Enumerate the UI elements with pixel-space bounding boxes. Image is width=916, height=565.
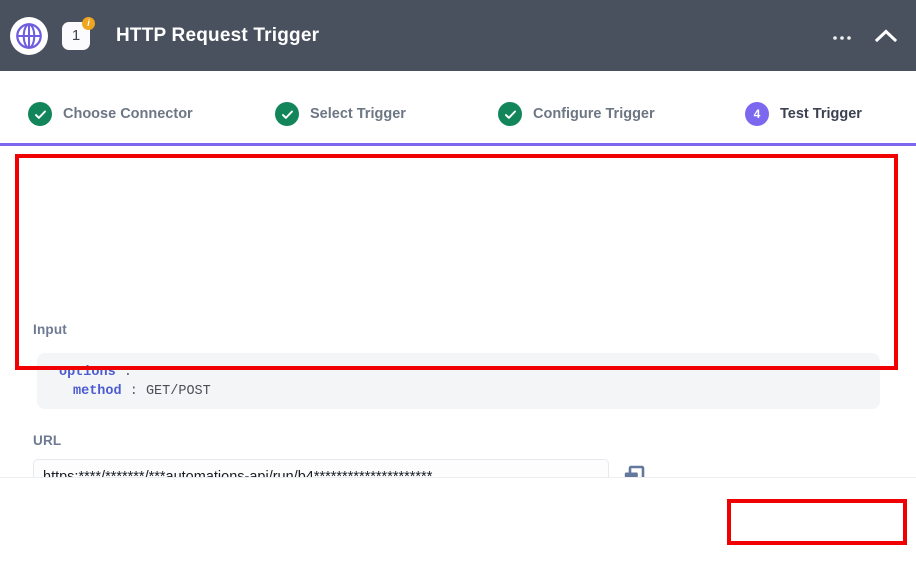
stepper-item-configure-trigger[interactable]: Configure Trigger — [498, 100, 655, 128]
stepper-label: Test Trigger — [780, 106, 862, 122]
stepper-label: Configure Trigger — [533, 106, 655, 122]
code-key-method: method — [73, 384, 122, 399]
panel-title: HTTP Request Trigger — [116, 24, 320, 46]
input-section-label: Input — [33, 322, 67, 337]
check-icon — [275, 102, 299, 126]
input-code-block: options : method : GET/POST — [37, 353, 880, 409]
globe-icon — [10, 16, 48, 55]
code-value-method: GET/POST — [145, 384, 211, 399]
stepper-item-choose-connector[interactable]: Choose Connector — [28, 100, 193, 128]
step-count-chip[interactable]: 1 i — [62, 16, 95, 50]
stepper-label: Select Trigger — [310, 106, 406, 122]
progress-stepper: Choose Connector Select Trigger Configur… — [0, 71, 916, 146]
http-request-trigger-panel: 1 i HTTP Request Trigger Choose Connecto… — [0, 0, 916, 565]
url-section-label: URL — [33, 433, 62, 448]
code-line-method: method : GET/POST — [59, 382, 880, 401]
code-colon: : — [123, 365, 132, 380]
code-key-options: options — [59, 365, 116, 380]
step-number-badge: 4 — [745, 102, 769, 126]
check-icon — [28, 102, 52, 126]
stepper-item-select-trigger[interactable]: Select Trigger — [275, 100, 406, 128]
more-options-icon[interactable] — [824, 24, 860, 47]
info-badge-icon: i — [82, 16, 95, 30]
stepper-label: Choose Connector — [63, 106, 193, 122]
panel-body: Input options : method : GET/POST URL ht… — [0, 149, 916, 565]
check-icon — [498, 102, 522, 126]
step-count-value: 1 — [71, 27, 81, 44]
panel-footer: Skip and Save Test Trigger — [0, 478, 916, 565]
stepper-item-test-trigger[interactable]: 4 Test Trigger — [745, 100, 862, 128]
code-colon: : — [129, 384, 138, 399]
chevron-up-icon[interactable] — [874, 28, 898, 44]
panel-header: 1 i HTTP Request Trigger — [0, 0, 916, 71]
code-line-options: options : — [59, 363, 880, 382]
